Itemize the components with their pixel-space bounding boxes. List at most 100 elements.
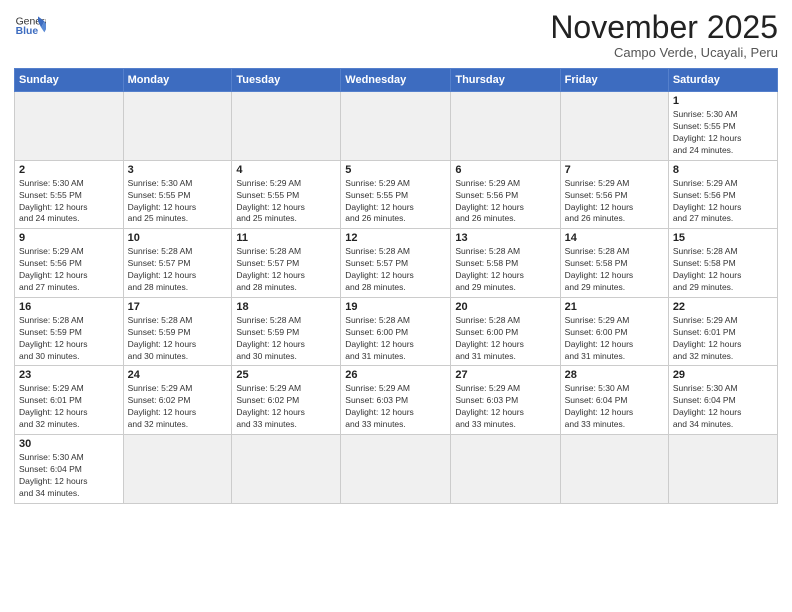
day-info: Sunrise: 5:28 AM Sunset: 5:58 PM Dayligh… <box>673 246 773 294</box>
page: General Blue November 2025 Campo Verde, … <box>0 0 792 612</box>
week-row-4: 16 Sunrise: 5:28 AM Sunset: 5:59 PM Dayli… <box>15 297 778 366</box>
day-info: Sunrise: 5:30 AM Sunset: 5:55 PM Dayligh… <box>673 109 773 157</box>
day-cell: 14 Sunrise: 5:28 AM Sunset: 5:58 PM Dayli… <box>560 229 668 298</box>
day-cell: 3Sunrise: 5:30 AM Sunset: 5:55 PM Daylig… <box>123 160 232 229</box>
day-cell: 20Sunrise: 5:28 AM Sunset: 6:00 PM Dayli… <box>451 297 560 366</box>
month-title: November 2025 <box>550 10 778 45</box>
header: General Blue November 2025 Campo Verde, … <box>14 10 778 60</box>
day-cell: 2 Sunrise: 5:30 AM Sunset: 5:55 PM Daylig… <box>15 160 124 229</box>
day-cell: 13 Sunrise: 5:28 AM Sunset: 5:58 PM Dayli… <box>451 229 560 298</box>
day-cell <box>341 92 451 161</box>
day-info: Sunrise: 5:30 AM Sunset: 6:04 PM Dayligh… <box>565 383 664 431</box>
logo: General Blue <box>14 10 46 42</box>
day-cell: 18 Sunrise: 5:28 AM Sunset: 5:59 PM Dayli… <box>232 297 341 366</box>
day-cell: 24 Sunrise: 5:29 AM Sunset: 6:02 PM Dayli… <box>123 366 232 435</box>
week-row-6: 30 Sunrise: 5:30 AM Sunset: 6:04 PM Dayli… <box>15 435 778 504</box>
day-info: Sunrise: 5:29 AM Sunset: 5:56 PM Dayligh… <box>19 246 119 294</box>
header-thursday: Thursday <box>451 69 560 92</box>
day-cell: 22Sunrise: 5:29 AM Sunset: 6:01 PM Dayli… <box>668 297 777 366</box>
day-cell <box>15 92 124 161</box>
day-number: 16 <box>19 301 119 313</box>
day-number: 2 <box>19 164 119 176</box>
week-row-2: 2 Sunrise: 5:30 AM Sunset: 5:55 PM Daylig… <box>15 160 778 229</box>
day-info: Sunrise: 5:30 AM Sunset: 6:04 PM Dayligh… <box>673 383 773 431</box>
header-saturday: Saturday <box>668 69 777 92</box>
day-number: 10 <box>128 232 228 244</box>
day-number: 4 <box>236 164 336 176</box>
day-number: 26 <box>345 369 446 381</box>
day-number: 17 <box>128 301 228 313</box>
day-info: Sunrise: 5:29 AM Sunset: 6:01 PM Dayligh… <box>19 383 119 431</box>
day-info: Sunrise: 5:29 AM Sunset: 5:56 PM Dayligh… <box>673 178 773 226</box>
day-number: 21 <box>565 301 664 313</box>
day-number: 7 <box>565 164 664 176</box>
day-number: 30 <box>19 438 119 450</box>
day-cell: 12 Sunrise: 5:28 AM Sunset: 5:57 PM Dayli… <box>341 229 451 298</box>
day-number: 27 <box>455 369 555 381</box>
day-cell <box>560 435 668 504</box>
header-tuesday: Tuesday <box>232 69 341 92</box>
day-cell: 6 Sunrise: 5:29 AM Sunset: 5:56 PM Daylig… <box>451 160 560 229</box>
day-number: 23 <box>19 369 119 381</box>
day-info: Sunrise: 5:29 AM Sunset: 6:01 PM Dayligh… <box>673 315 773 363</box>
day-info: Sunrise: 5:28 AM Sunset: 5:57 PM Dayligh… <box>236 246 336 294</box>
day-number: 20 <box>455 301 555 313</box>
day-cell: 5Sunrise: 5:29 AM Sunset: 5:55 PM Daylig… <box>341 160 451 229</box>
day-info: Sunrise: 5:28 AM Sunset: 5:59 PM Dayligh… <box>19 315 119 363</box>
day-number: 18 <box>236 301 336 313</box>
day-cell: 25Sunrise: 5:29 AM Sunset: 6:02 PM Dayli… <box>232 366 341 435</box>
day-number: 12 <box>345 232 446 244</box>
day-info: Sunrise: 5:29 AM Sunset: 5:56 PM Dayligh… <box>565 178 664 226</box>
header-wednesday: Wednesday <box>341 69 451 92</box>
day-number: 19 <box>345 301 446 313</box>
day-number: 11 <box>236 232 336 244</box>
day-number: 5 <box>345 164 446 176</box>
day-cell: 4Sunrise: 5:29 AM Sunset: 5:55 PM Daylig… <box>232 160 341 229</box>
day-info: Sunrise: 5:28 AM Sunset: 5:57 PM Dayligh… <box>128 246 228 294</box>
day-cell: 26 Sunrise: 5:29 AM Sunset: 6:03 PM Dayli… <box>341 366 451 435</box>
day-cell <box>123 435 232 504</box>
day-info: Sunrise: 5:29 AM Sunset: 5:56 PM Dayligh… <box>455 178 555 226</box>
day-cell: 30 Sunrise: 5:30 AM Sunset: 6:04 PM Dayli… <box>15 435 124 504</box>
day-number: 13 <box>455 232 555 244</box>
title-area: November 2025 Campo Verde, Ucayali, Peru <box>550 10 778 60</box>
day-number: 1 <box>673 95 773 107</box>
calendar: Sunday Monday Tuesday Wednesday Thursday… <box>14 68 778 503</box>
day-number: 24 <box>128 369 228 381</box>
day-info: Sunrise: 5:28 AM Sunset: 5:58 PM Dayligh… <box>455 246 555 294</box>
week-row-1: 1 Sunrise: 5:30 AM Sunset: 5:55 PM Daylig… <box>15 92 778 161</box>
day-cell: 23 Sunrise: 5:29 AM Sunset: 6:01 PM Dayli… <box>15 366 124 435</box>
day-number: 6 <box>455 164 555 176</box>
day-info: Sunrise: 5:28 AM Sunset: 6:00 PM Dayligh… <box>345 315 446 363</box>
day-cell <box>668 435 777 504</box>
day-cell: 27Sunrise: 5:29 AM Sunset: 6:03 PM Dayli… <box>451 366 560 435</box>
day-info: Sunrise: 5:29 AM Sunset: 6:02 PM Dayligh… <box>128 383 228 431</box>
day-cell <box>123 92 232 161</box>
day-info: Sunrise: 5:28 AM Sunset: 5:58 PM Dayligh… <box>565 246 664 294</box>
day-cell: 16 Sunrise: 5:28 AM Sunset: 5:59 PM Dayli… <box>15 297 124 366</box>
day-number: 25 <box>236 369 336 381</box>
day-info: Sunrise: 5:29 AM Sunset: 6:03 PM Dayligh… <box>345 383 446 431</box>
week-row-3: 9 Sunrise: 5:29 AM Sunset: 5:56 PM Daylig… <box>15 229 778 298</box>
day-number: 8 <box>673 164 773 176</box>
day-info: Sunrise: 5:28 AM Sunset: 5:59 PM Dayligh… <box>128 315 228 363</box>
subtitle: Campo Verde, Ucayali, Peru <box>550 45 778 60</box>
day-number: 28 <box>565 369 664 381</box>
day-info: Sunrise: 5:30 AM Sunset: 5:55 PM Dayligh… <box>19 178 119 226</box>
day-cell <box>451 92 560 161</box>
day-number: 9 <box>19 232 119 244</box>
day-cell: 17 Sunrise: 5:28 AM Sunset: 5:59 PM Dayli… <box>123 297 232 366</box>
week-row-5: 23 Sunrise: 5:29 AM Sunset: 6:01 PM Dayli… <box>15 366 778 435</box>
header-sunday: Sunday <box>15 69 124 92</box>
day-info: Sunrise: 5:28 AM Sunset: 5:59 PM Dayligh… <box>236 315 336 363</box>
day-cell: 21Sunrise: 5:29 AM Sunset: 6:00 PM Dayli… <box>560 297 668 366</box>
day-info: Sunrise: 5:30 AM Sunset: 6:04 PM Dayligh… <box>19 452 119 500</box>
day-cell <box>451 435 560 504</box>
day-cell: 19 Sunrise: 5:28 AM Sunset: 6:00 PM Dayli… <box>341 297 451 366</box>
day-cell: 11 Sunrise: 5:28 AM Sunset: 5:57 PM Dayli… <box>232 229 341 298</box>
day-info: Sunrise: 5:28 AM Sunset: 5:57 PM Dayligh… <box>345 246 446 294</box>
day-cell: 7 Sunrise: 5:29 AM Sunset: 5:56 PM Daylig… <box>560 160 668 229</box>
logo-icon: General Blue <box>14 10 46 42</box>
day-number: 14 <box>565 232 664 244</box>
header-monday: Monday <box>123 69 232 92</box>
